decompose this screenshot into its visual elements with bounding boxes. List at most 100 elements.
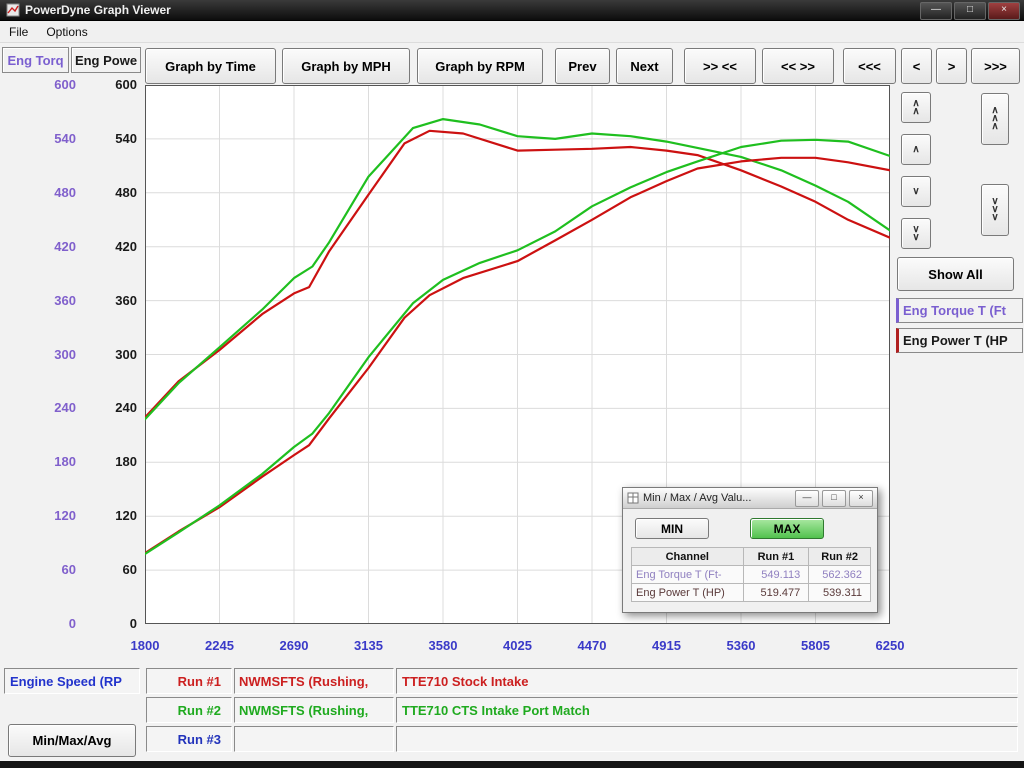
x-tick-label: 5805: [791, 638, 841, 653]
y-axis-torque-scale: 060120180240300360420480540600: [28, 85, 76, 624]
minmax-close-button[interactable]: ×: [849, 490, 873, 507]
menu-file[interactable]: File: [0, 22, 37, 42]
x-tick-label: 5360: [716, 638, 766, 653]
scroll-down-double-button[interactable]: ∨ ∨: [901, 218, 931, 249]
y-axis-power-scale: 060120180240300360420480540600: [93, 85, 137, 624]
power-run1-max: 519.477: [743, 584, 809, 602]
y-tick-label: 480: [28, 185, 76, 200]
y-tick-label: 360: [93, 293, 137, 308]
minmax-header-row: Channel Run #1 Run #2: [632, 548, 871, 566]
y-tick-label: 600: [28, 77, 76, 92]
run2-name: NWMSFTS (Rushing,: [234, 697, 394, 723]
window-title: PowerDyne Graph Viewer: [25, 3, 171, 17]
y-tick-label: 300: [28, 347, 76, 362]
column-run1: Run #1: [743, 548, 809, 566]
y-tick-label: 240: [93, 400, 137, 415]
x-tick-label: 4470: [567, 638, 617, 653]
minmaxavg-button[interactable]: Min/Max/Avg: [8, 724, 136, 757]
max-toggle-button[interactable]: MAX: [750, 518, 824, 539]
table-row-torque: Eng Torque T (Ft- 549.113 562.362: [632, 566, 871, 584]
run2-description: TTE710 CTS Intake Port Match: [396, 697, 1018, 723]
column-channel: Channel: [632, 548, 744, 566]
x-tick-label: 4025: [493, 638, 543, 653]
window-controls: — □ ×: [920, 2, 1020, 20]
y-tick-label: 420: [28, 239, 76, 254]
x-tick-label: 4915: [642, 638, 692, 653]
power-run2-max: 539.311: [809, 584, 871, 602]
y-tick-label: 0: [28, 616, 76, 631]
tab-eng-power-axis[interactable]: Eng Powe: [71, 47, 141, 73]
scroll-left-button[interactable]: <: [901, 48, 932, 84]
menu-bar: File Options: [0, 21, 1024, 43]
y-tick-label: 120: [93, 508, 137, 523]
run1-name: NWMSFTS (Rushing,: [234, 668, 394, 694]
scroll-up-double-button[interactable]: ∧ ∧: [901, 92, 931, 123]
y-tick-label: 300: [93, 347, 137, 362]
y-tick-label: 480: [93, 185, 137, 200]
minmax-table: Channel Run #1 Run #2 Eng Torque T (Ft- …: [631, 547, 871, 602]
run3-label[interactable]: Run #3: [146, 726, 232, 752]
y-tick-label: 360: [28, 293, 76, 308]
close-button[interactable]: ×: [988, 2, 1020, 20]
min-toggle-button[interactable]: MIN: [635, 518, 709, 539]
scroll-right-fast-button[interactable]: >>>: [971, 48, 1020, 84]
run1-label[interactable]: Run #1: [146, 668, 232, 694]
y-tick-label: 240: [28, 400, 76, 415]
scroll-down-button[interactable]: ∨: [901, 176, 931, 207]
x-tick-label: 3580: [418, 638, 468, 653]
prev-button[interactable]: Prev: [555, 48, 610, 84]
minmax-window-titlebar[interactable]: Min / Max / Avg Valu... — □ ×: [623, 488, 877, 509]
zoom-out-x-button[interactable]: << >>: [762, 48, 834, 84]
app-icon: [6, 3, 20, 17]
run2-label[interactable]: Run #2: [146, 697, 232, 723]
x-tick-label: 2245: [195, 638, 245, 653]
zoom-up-multi-button[interactable]: ∧ ∧ ∧: [981, 93, 1009, 145]
zoom-down-multi-button[interactable]: ∨ ∨ ∨: [981, 184, 1009, 236]
x-channel-selector[interactable]: Engine Speed (RP: [4, 668, 140, 694]
minmax-window: Min / Max / Avg Valu... — □ × MIN MAX Ch…: [622, 487, 878, 613]
y-tick-label: 180: [28, 454, 76, 469]
powerdyne-window: PowerDyne Graph Viewer — □ × File Option…: [0, 0, 1024, 768]
graph-by-time-button[interactable]: Graph by Time: [145, 48, 276, 84]
minmax-window-icon: [627, 492, 639, 504]
table-row-power: Eng Power T (HP) 519.477 539.311: [632, 584, 871, 602]
column-run2: Run #2: [809, 548, 871, 566]
tab-eng-torque-axis[interactable]: Eng Torq: [2, 47, 69, 73]
minmax-window-body: MIN MAX Channel Run #1 Run #2 Eng Torque…: [623, 509, 877, 613]
power-channel-cell: Eng Power T (HP): [632, 584, 744, 602]
x-axis-rpm-scale: 1800224526903135358040254470491553605805…: [145, 638, 890, 656]
minmax-window-title: Min / Max / Avg Valu...: [643, 492, 792, 504]
minimize-button[interactable]: —: [920, 2, 952, 20]
x-tick-label: 2690: [269, 638, 319, 653]
torque-run2-max: 562.362: [809, 566, 871, 584]
torque-run1-max: 549.113: [743, 566, 809, 584]
run3-description: [396, 726, 1018, 752]
y-tick-label: 180: [93, 454, 137, 469]
y-tick-label: 120: [28, 508, 76, 523]
y-tick-label: 540: [28, 131, 76, 146]
graph-by-rpm-button[interactable]: Graph by RPM: [417, 48, 543, 84]
x-tick-label: 1800: [120, 638, 170, 653]
show-all-button[interactable]: Show All: [897, 257, 1014, 291]
x-tick-label: 3135: [344, 638, 394, 653]
minmax-minimize-button[interactable]: —: [795, 490, 819, 507]
maximize-button[interactable]: □: [954, 2, 986, 20]
scroll-right-button[interactable]: >: [936, 48, 967, 84]
y-tick-label: 60: [28, 562, 76, 577]
menu-options[interactable]: Options: [37, 22, 96, 42]
title-bar: PowerDyne Graph Viewer — □ ×: [0, 0, 1024, 21]
minmax-maximize-button[interactable]: □: [822, 490, 846, 507]
zoom-in-x-button[interactable]: >> <<: [684, 48, 756, 84]
y-tick-label: 60: [93, 562, 137, 577]
x-tick-label: 6250: [865, 638, 915, 653]
y-tick-label: 540: [93, 131, 137, 146]
channel-eng-power[interactable]: Eng Power T (HP: [896, 328, 1023, 353]
graph-by-mph-button[interactable]: Graph by MPH: [282, 48, 410, 84]
run3-name: [234, 726, 394, 752]
scroll-up-button[interactable]: ∧: [901, 134, 931, 165]
run1-description: TTE710 Stock Intake: [396, 668, 1018, 694]
scroll-left-fast-button[interactable]: <<<: [843, 48, 896, 84]
y-tick-label: 600: [93, 77, 137, 92]
next-button[interactable]: Next: [616, 48, 673, 84]
channel-eng-torque[interactable]: Eng Torque T (Ft: [896, 298, 1023, 323]
